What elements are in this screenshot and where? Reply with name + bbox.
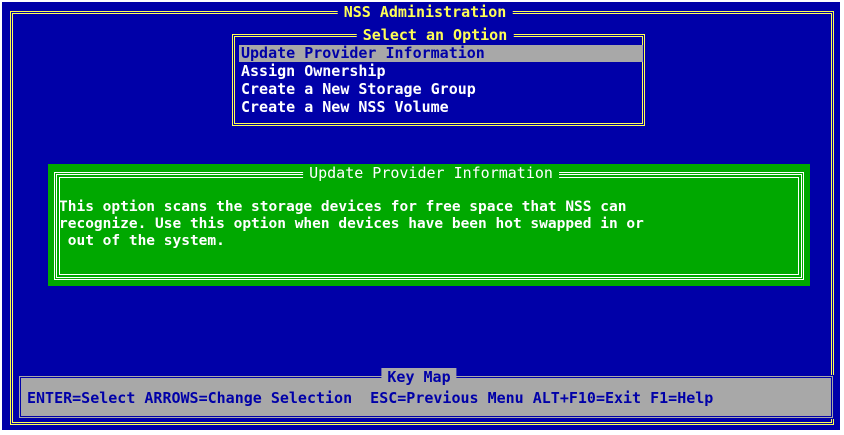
key-map-title: Key Map: [381, 368, 457, 386]
menu-item-create-storage-group[interactable]: Create a New Storage Group: [239, 81, 643, 98]
nss-admin-screen: NSS Administration Select an Option Upda…: [0, 0, 844, 435]
option-menu: Select an Option Update Provider Informa…: [232, 26, 645, 126]
menu-item-create-nss-volume[interactable]: Create a New NSS Volume: [239, 99, 643, 116]
app-title: NSS Administration: [337, 3, 513, 21]
console-background: NSS Administration Select an Option Upda…: [2, 2, 840, 430]
menu-item-assign-ownership[interactable]: Assign Ownership: [239, 63, 643, 80]
info-panel: Update Provider Information This option …: [48, 164, 810, 286]
menu-item-update-provider-information[interactable]: Update Provider Information: [239, 45, 643, 62]
key-map-bar: Key Map ENTER=Select ARROWS=Change Selec…: [18, 368, 834, 419]
info-text-line: This option scans the storage devices fo…: [59, 199, 627, 215]
info-text-line: recognize. Use this option when devices …: [59, 216, 644, 232]
menu-title: Select an Option: [356, 26, 514, 44]
info-text-line: out of the system.: [59, 233, 225, 249]
info-frame: Update Provider Information This option …: [54, 164, 804, 280]
info-title: Update Provider Information: [303, 164, 559, 182]
key-map-text: ENTER=Select ARROWS=Change Selection ESC…: [27, 389, 714, 407]
